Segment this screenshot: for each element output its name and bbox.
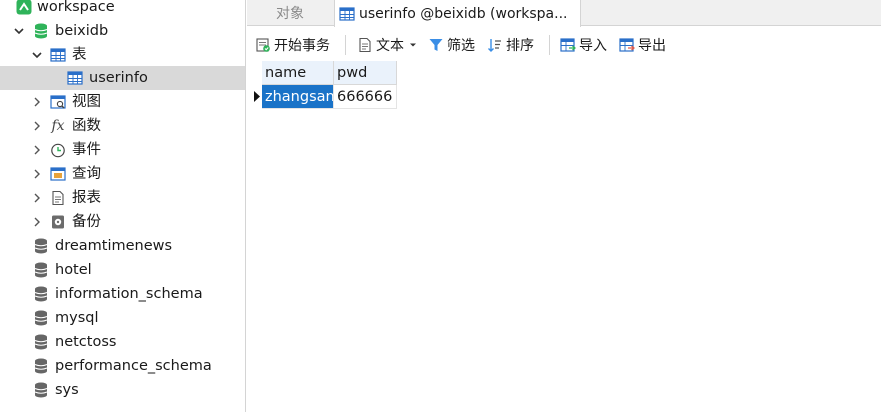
import-icon	[560, 37, 576, 53]
reports-label: 报表	[72, 190, 101, 206]
tree-item-functions[interactable]: fx 函数	[0, 114, 245, 138]
table-icon	[339, 6, 355, 22]
database-icon	[33, 23, 49, 39]
backups-label: 备份	[72, 214, 101, 230]
chevron-right-icon[interactable]	[31, 192, 43, 204]
database-icon	[33, 334, 49, 350]
database-label: netctoss	[55, 334, 117, 350]
queries-label: 查询	[72, 166, 101, 182]
chevron-right-icon[interactable]	[31, 144, 43, 156]
events-label: 事件	[72, 142, 101, 158]
views-label: 视图	[72, 94, 101, 110]
table-cell-name[interactable]: zhangsan	[262, 85, 334, 109]
connection-label: workspace	[37, 0, 115, 15]
functions-label: 函数	[72, 118, 101, 134]
tree-item-database[interactable]: hotel	[0, 258, 245, 282]
tree-item-tables-group[interactable]: 表	[0, 43, 245, 67]
tree-item-backups[interactable]: 备份	[0, 210, 245, 234]
tree-item-events[interactable]: 事件	[0, 138, 245, 162]
tree-item-database-beixidb[interactable]: beixidb	[0, 19, 245, 43]
tables-group-label: 表	[72, 47, 87, 63]
database-label: hotel	[55, 262, 92, 278]
tree-item-database[interactable]: netctoss	[0, 330, 245, 354]
toolbar: 开始事务 文本 筛选 排序 导入 导出	[247, 31, 881, 59]
transaction-icon	[255, 37, 271, 53]
table-group-icon	[50, 47, 66, 63]
filter-icon	[428, 37, 444, 53]
connection-icon	[16, 0, 32, 15]
report-icon	[50, 190, 66, 206]
chevron-down-icon[interactable]	[31, 49, 43, 61]
chevron-right-icon[interactable]	[31, 96, 43, 108]
filter-button[interactable]: 筛选	[428, 31, 475, 59]
begin-transaction-button[interactable]: 开始事务	[255, 31, 330, 59]
caret-down-icon[interactable]	[409, 41, 417, 49]
tree-item-views[interactable]: 视图	[0, 90, 245, 114]
database-icon	[33, 286, 49, 302]
database-icon	[33, 262, 49, 278]
tab-objects[interactable]: 对象	[247, 0, 333, 26]
query-icon	[50, 166, 66, 182]
export-button[interactable]: 导出	[619, 31, 666, 59]
tree-item-database[interactable]: performance_schema	[0, 354, 245, 378]
event-clock-icon	[50, 142, 66, 158]
tree-item-queries[interactable]: 查询	[0, 162, 245, 186]
function-icon: fx	[51, 118, 65, 134]
database-icon	[33, 358, 49, 374]
database-icon	[33, 238, 49, 254]
toolbar-divider	[345, 35, 346, 55]
tab-label: userinfo @beixidb (workspa...	[359, 5, 568, 22]
chevron-down-icon[interactable]	[13, 25, 25, 37]
database-icon	[33, 382, 49, 398]
view-icon	[50, 94, 66, 110]
sort-button[interactable]: 排序	[487, 31, 534, 59]
sort-icon	[487, 37, 503, 53]
table-cell-pwd[interactable]: 666666	[334, 85, 397, 109]
chevron-right-icon[interactable]	[31, 168, 43, 180]
document-icon	[357, 37, 373, 53]
tree-item-database[interactable]: dreamtimenews	[0, 234, 245, 258]
database-label: information_schema	[55, 286, 203, 302]
database-label: sys	[55, 382, 79, 398]
database-label: beixidb	[55, 23, 109, 39]
database-label: dreamtimenews	[55, 238, 173, 254]
tree-item-database[interactable]: sys	[0, 378, 245, 402]
text-view-button[interactable]: 文本	[357, 31, 417, 59]
database-label: mysql	[55, 310, 99, 326]
tree-item-table-userinfo[interactable]: userinfo	[0, 66, 245, 90]
tab-bar: 对象 userinfo @beixidb (workspa...	[247, 0, 881, 27]
import-button[interactable]: 导入	[560, 31, 607, 59]
toolbar-divider	[549, 35, 550, 55]
tab-table-userinfo[interactable]: userinfo @beixidb (workspa...	[334, 0, 581, 27]
column-header-name[interactable]: name	[262, 61, 334, 85]
tree-item-reports[interactable]: 报表	[0, 186, 245, 210]
database-icon	[33, 310, 49, 326]
backup-icon	[50, 214, 66, 230]
tree-item-database[interactable]: information_schema	[0, 282, 245, 306]
navigation-tree: workspace beixidb 表 userinfo 视图 fx 函数 事件…	[0, 0, 246, 412]
table-label: userinfo	[89, 70, 148, 86]
chevron-right-icon[interactable]	[31, 216, 43, 228]
tree-item-connection[interactable]: workspace	[0, 0, 245, 19]
table-icon	[67, 70, 83, 86]
current-row-indicator-icon	[254, 91, 260, 102]
tree-item-database[interactable]: mysql	[0, 306, 245, 330]
chevron-right-icon[interactable]	[31, 120, 43, 132]
database-label: performance_schema	[55, 358, 212, 374]
export-icon	[619, 37, 635, 53]
column-header-pwd[interactable]: pwd	[334, 61, 397, 85]
